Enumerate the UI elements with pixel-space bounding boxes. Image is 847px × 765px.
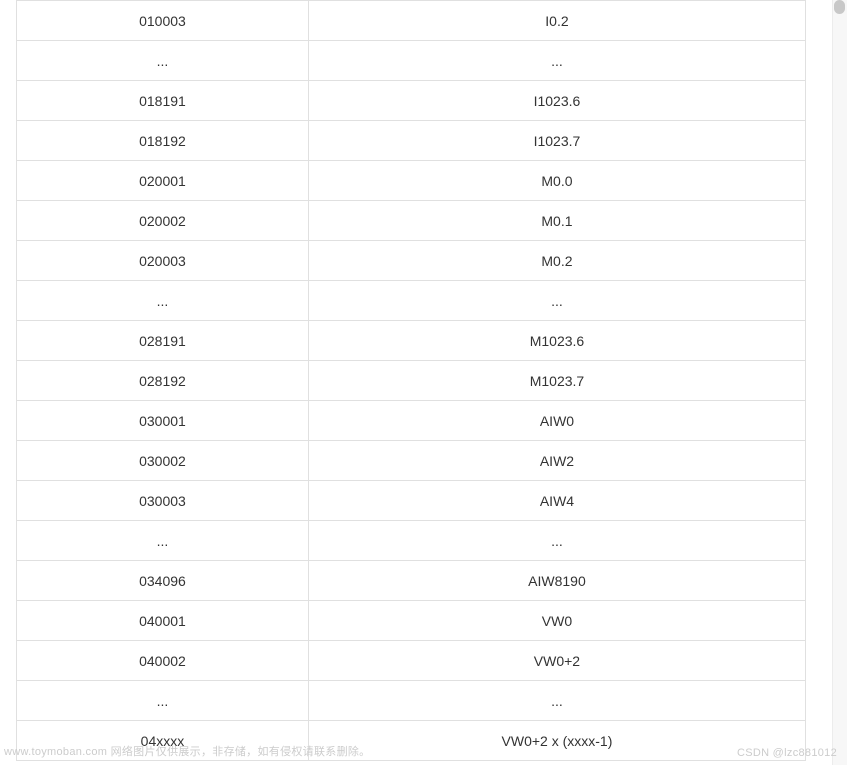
address-mapping-table: 010003I0.2......018191I1023.6018192I1023… <box>16 0 806 761</box>
scrollbar-thumb[interactable] <box>834 0 845 14</box>
table-row: 030002AIW2 <box>17 441 806 481</box>
table-row: 040001VW0 <box>17 601 806 641</box>
register-value-cell: AIW4 <box>308 481 805 521</box>
register-value-cell: I1023.7 <box>308 121 805 161</box>
address-code-cell: 040001 <box>17 601 309 641</box>
register-value-cell: AIW2 <box>308 441 805 481</box>
table-row: 028192M1023.7 <box>17 361 806 401</box>
address-code-cell: 030003 <box>17 481 309 521</box>
table-row: 010003I0.2 <box>17 1 806 41</box>
table-row: 030003AIW4 <box>17 481 806 521</box>
register-value-cell: I0.2 <box>308 1 805 41</box>
address-code-cell: 020001 <box>17 161 309 201</box>
address-code-cell: ... <box>17 521 309 561</box>
address-code-cell: 040002 <box>17 641 309 681</box>
table-body: 010003I0.2......018191I1023.6018192I1023… <box>17 1 806 761</box>
scrollbar-track[interactable] <box>832 0 847 765</box>
address-code-cell: 018192 <box>17 121 309 161</box>
address-code-cell: 020003 <box>17 241 309 281</box>
register-value-cell: ... <box>308 681 805 721</box>
address-code-cell: ... <box>17 281 309 321</box>
register-value-cell: VW0+2 x (xxxx-1) <box>308 721 805 761</box>
table-row: ...... <box>17 41 806 81</box>
register-value-cell: VW0 <box>308 601 805 641</box>
table-row: 018191I1023.6 <box>17 81 806 121</box>
table-row: 020003M0.2 <box>17 241 806 281</box>
register-value-cell: M0.1 <box>308 201 805 241</box>
address-code-cell: 030002 <box>17 441 309 481</box>
address-code-cell: 020002 <box>17 201 309 241</box>
footer-watermark-left: www.toymoban.com 网络图片仅供展示，非存储，如有侵权请联系删除。 <box>4 743 370 759</box>
register-value-cell: AIW0 <box>308 401 805 441</box>
register-value-cell: AIW8190 <box>308 561 805 601</box>
register-value-cell: ... <box>308 41 805 81</box>
register-value-cell: ... <box>308 521 805 561</box>
address-code-cell: ... <box>17 41 309 81</box>
register-value-cell: M1023.7 <box>308 361 805 401</box>
address-code-cell: 034096 <box>17 561 309 601</box>
table-row: 040002VW0+2 <box>17 641 806 681</box>
register-value-cell: VW0+2 <box>308 641 805 681</box>
table-row: 030001AIW0 <box>17 401 806 441</box>
register-value-cell: M0.0 <box>308 161 805 201</box>
address-code-cell: 028192 <box>17 361 309 401</box>
table-row: ...... <box>17 521 806 561</box>
table-row: 034096AIW8190 <box>17 561 806 601</box>
table-row: 020001M0.0 <box>17 161 806 201</box>
table-row: 028191M1023.6 <box>17 321 806 361</box>
table-row: 020002M0.1 <box>17 201 806 241</box>
register-value-cell: M1023.6 <box>308 321 805 361</box>
table-row: ...... <box>17 681 806 721</box>
table-row: 018192I1023.7 <box>17 121 806 161</box>
address-mapping-table-container: 010003I0.2......018191I1023.6018192I1023… <box>0 0 822 761</box>
address-code-cell: 018191 <box>17 81 309 121</box>
address-code-cell: 010003 <box>17 1 309 41</box>
table-row: ...... <box>17 281 806 321</box>
address-code-cell: ... <box>17 681 309 721</box>
address-code-cell: 030001 <box>17 401 309 441</box>
register-value-cell: M0.2 <box>308 241 805 281</box>
address-code-cell: 028191 <box>17 321 309 361</box>
footer-watermark-right: CSDN @lzc881012 <box>737 747 837 759</box>
register-value-cell: I1023.6 <box>308 81 805 121</box>
register-value-cell: ... <box>308 281 805 321</box>
